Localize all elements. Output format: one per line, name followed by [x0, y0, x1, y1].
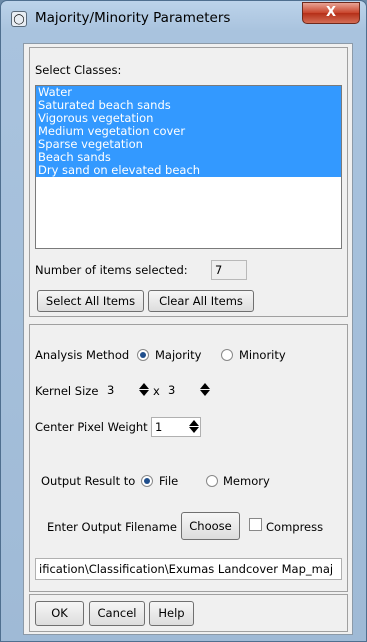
kernel-width-spinner[interactable]: 3 — [104, 381, 150, 401]
output-result-label: Output Result to — [41, 474, 136, 488]
clear-all-button[interactable]: Clear All Items — [148, 290, 254, 312]
majority-radio[interactable] — [137, 349, 149, 361]
file-radio[interactable] — [141, 475, 153, 487]
title-bar[interactable]: ◯ Majority/Minority Parameters X — [1, 1, 366, 37]
output-filename-input[interactable]: ification\Classification\Exumas Landcove… — [35, 558, 342, 580]
select-classes-label: Select Classes: — [35, 63, 122, 77]
memory-radio[interactable] — [206, 475, 218, 487]
kernel-separator: x — [153, 384, 160, 398]
file-label: File — [159, 474, 179, 488]
help-button[interactable]: Help — [149, 601, 194, 626]
minority-label: Minority — [239, 348, 286, 362]
compress-label: Compress — [266, 520, 324, 534]
select-all-button[interactable]: Select All Items — [37, 290, 144, 312]
majority-label: Majority — [155, 348, 202, 362]
ok-button[interactable]: OK — [35, 601, 84, 626]
kernel-height-spinner[interactable]: 3 — [165, 381, 211, 401]
analysis-method-label: Analysis Method — [35, 348, 130, 362]
cancel-button[interactable]: Cancel — [89, 601, 145, 626]
items-selected-label: Number of items selected: — [35, 263, 188, 277]
center-weight-spinner[interactable]: 1 — [151, 417, 201, 437]
class-selection-panel: Select Classes: Water Saturated beach sa… — [29, 47, 348, 317]
close-icon: X — [325, 5, 337, 20]
close-button[interactable]: X — [302, 2, 360, 24]
parameters-panel: Analysis Method Majority Minority Kernel… — [29, 324, 348, 592]
items-selected-count: 7 — [211, 260, 247, 280]
app-icon[interactable]: ◯ — [11, 11, 27, 27]
compress-checkbox[interactable] — [249, 518, 262, 531]
minority-radio[interactable] — [221, 349, 233, 361]
center-weight-label: Center Pixel Weight — [35, 420, 148, 434]
dialog-client-area: Select Classes: Water Saturated beach sa… — [23, 43, 353, 635]
list-item[interactable]: Dry sand on elevated beach — [36, 164, 341, 177]
spinner-arrows-icon[interactable] — [139, 383, 149, 397]
center-weight-value: 1 — [155, 420, 163, 434]
window-title: Majority/Minority Parameters — [35, 10, 231, 26]
memory-label: Memory — [223, 474, 270, 488]
kernel-width-value: 3 — [107, 383, 115, 397]
dialog-window: ◯ Majority/Minority Parameters X Select … — [0, 0, 367, 642]
kernel-size-label: Kernel Size — [35, 384, 99, 398]
output-filename-label: Enter Output Filename — [47, 520, 177, 534]
spinner-arrows-icon[interactable] — [200, 383, 210, 397]
choose-button[interactable]: Choose — [181, 512, 240, 540]
footer-panel: OK Cancel Help — [29, 594, 348, 632]
spinner-arrows-icon[interactable] — [189, 420, 199, 434]
kernel-height-value: 3 — [168, 383, 176, 397]
classes-listbox[interactable]: Water Saturated beach sands Vigorous veg… — [35, 85, 342, 249]
